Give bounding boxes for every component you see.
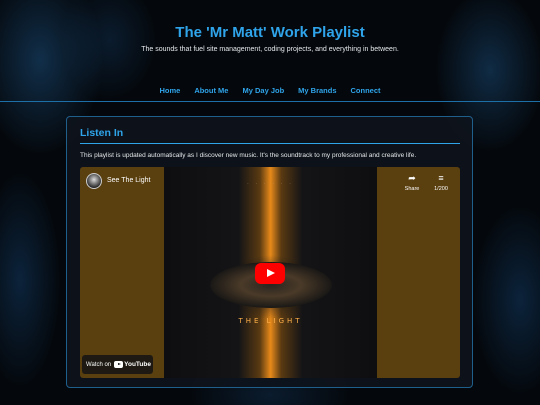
nav-home[interactable]: Home: [159, 86, 180, 95]
nav-connect[interactable]: Connect: [351, 86, 381, 95]
share-label: Share: [404, 186, 420, 192]
listen-in-panel: Listen In This playlist is updated autom…: [66, 116, 473, 388]
main-nav: Home About Me My Day Job My Brands Conne…: [0, 86, 540, 95]
thumbnail-caption: · · · · · ·: [247, 181, 294, 186]
section-title: Listen In: [80, 127, 124, 139]
share-arrow-icon: ➦: [408, 173, 416, 183]
channel-avatar[interactable]: [86, 173, 102, 189]
youtube-play-icon: [114, 361, 124, 368]
youtube-wordmark: YouTube: [124, 361, 151, 368]
section-description: This playlist is updated automatically a…: [80, 152, 417, 159]
site-title: The 'Mr Matt' Work Playlist: [175, 24, 365, 41]
nav-my-day-job[interactable]: My Day Job: [242, 86, 284, 95]
playlist-button[interactable]: ≡ 1/200: [429, 173, 453, 192]
nav-about-me[interactable]: About Me: [194, 86, 228, 95]
share-button[interactable]: ➦ Share: [402, 173, 422, 192]
site-tagline: The sounds that fuel site management, co…: [141, 46, 399, 53]
nav-my-brands[interactable]: My Brands: [298, 86, 336, 95]
playlist-count: 1/200: [434, 186, 448, 192]
youtube-embed-player[interactable]: · · · · · · THE LIGHT See The Light ➦ Sh…: [80, 167, 460, 378]
video-title[interactable]: See The Light: [107, 177, 150, 184]
section-divider: [80, 143, 460, 144]
playlist-icon: ≡: [438, 173, 444, 183]
watch-on-youtube-button[interactable]: Watch on YouTube: [82, 355, 153, 374]
watch-on-label: Watch on: [86, 361, 112, 368]
site-header: The 'Mr Matt' Work Playlist The sounds t…: [0, 0, 540, 102]
play-button[interactable]: [255, 263, 285, 284]
youtube-logo: YouTube: [114, 361, 151, 368]
thumbnail-text: THE LIGHT: [238, 317, 303, 325]
